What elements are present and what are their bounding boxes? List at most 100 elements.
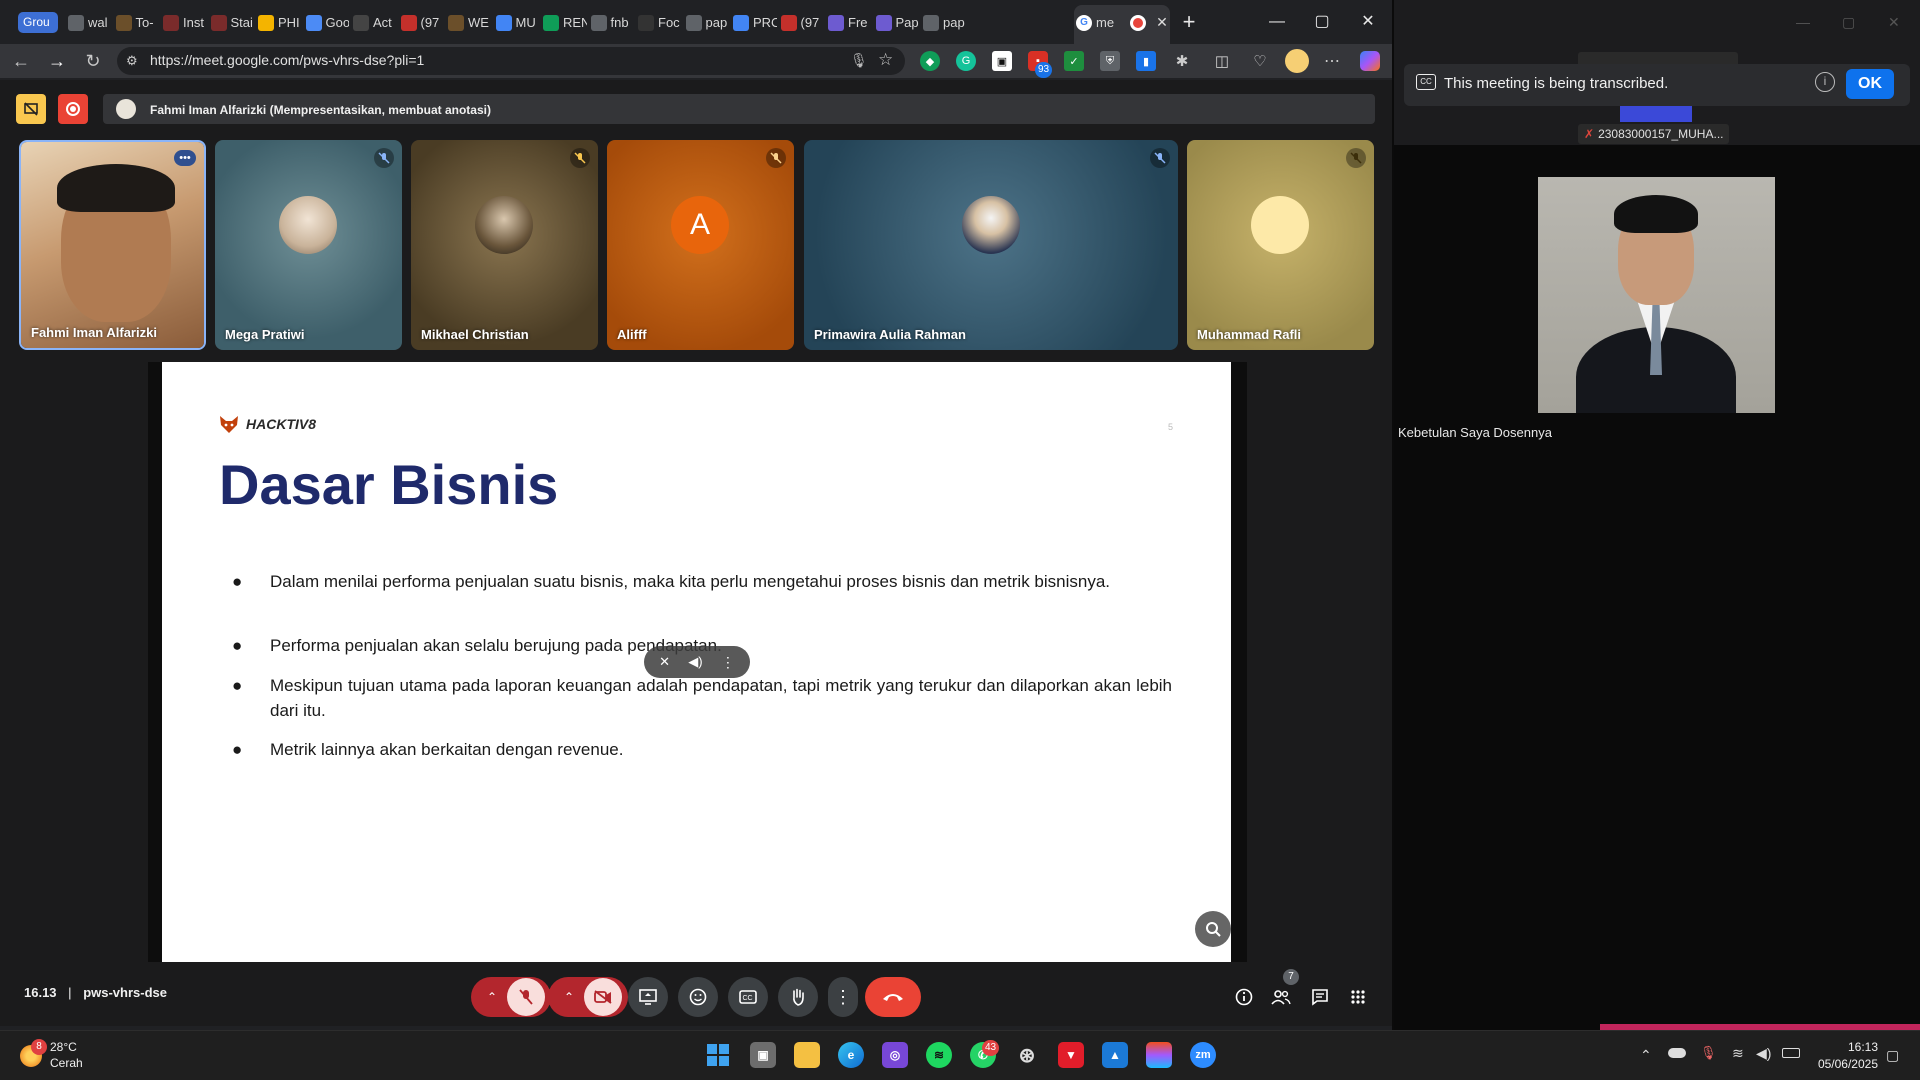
participant-tile[interactable]: ••• Fahmi Iman Alfarizki (19, 140, 206, 350)
tab[interactable]: REN (543, 9, 587, 36)
tab[interactable]: wal (68, 9, 112, 36)
app-purple-icon[interactable]: ◎ (882, 1042, 908, 1068)
participant-tile[interactable]: A Alifff (607, 140, 794, 350)
wifi-icon[interactable]: ≋ (1732, 1045, 1744, 1062)
more-options-button[interactable]: ⋮ (828, 977, 858, 1017)
meeting-details-button[interactable] (1232, 985, 1256, 1009)
figma-icon[interactable] (1146, 1042, 1172, 1068)
tab[interactable]: PHI (258, 9, 302, 36)
ok-button[interactable]: OK (1846, 69, 1894, 99)
file-explorer-icon[interactable] (794, 1042, 820, 1068)
tab[interactable]: Pap (875, 9, 920, 36)
bookmark-star-icon[interactable]: ☆ (878, 50, 893, 70)
microphone-control[interactable]: ⌃ (471, 977, 551, 1017)
notification-icon[interactable]: ▢ (1886, 1047, 1899, 1064)
photos-icon[interactable]: ▲ (1102, 1042, 1128, 1068)
more-options-icon[interactable]: ••• (174, 150, 196, 166)
zoom-close-button[interactable]: ✕ (1888, 14, 1900, 31)
speaker-video[interactable] (1538, 177, 1775, 413)
info-icon[interactable]: i (1815, 72, 1835, 92)
tab[interactable]: To- (115, 9, 160, 36)
close-tab-icon[interactable]: ✕ (1156, 14, 1168, 31)
grammarly-icon[interactable]: G (956, 51, 976, 71)
maximize-button[interactable]: ▢ (1309, 10, 1335, 34)
tab[interactable]: Goo (305, 9, 349, 36)
tab[interactable]: (97 (780, 9, 825, 36)
onedrive-icon[interactable] (1668, 1048, 1686, 1058)
people-button[interactable] (1269, 985, 1293, 1009)
thumbnail-video[interactable] (1620, 104, 1692, 122)
zoom-maximize-button[interactable]: ▢ (1842, 14, 1855, 31)
tab[interactable]: Fre (828, 9, 872, 36)
tab[interactable]: Foc (638, 9, 682, 36)
extension-blue-icon[interactable]: ▮ (1136, 51, 1156, 71)
chevron-up-icon[interactable]: ⌃ (554, 990, 584, 1004)
tab[interactable]: (97 (400, 9, 445, 36)
performance-icon[interactable]: ♡ (1250, 51, 1270, 71)
back-button[interactable]: ← (10, 50, 32, 72)
record-icon[interactable] (58, 94, 88, 124)
profile-avatar[interactable] (1285, 49, 1309, 73)
volume-icon[interactable]: ◀) (688, 654, 702, 670)
microphone-icon[interactable]: 🎙 (850, 52, 868, 69)
mic-off-icon[interactable] (507, 978, 545, 1016)
chevron-up-icon[interactable]: ⌃ (1640, 1047, 1652, 1064)
edge-icon[interactable]: e (838, 1042, 864, 1068)
minimize-button[interactable]: — (1264, 10, 1290, 34)
tab[interactable]: Act (353, 9, 397, 36)
tab[interactable]: fnb (590, 9, 635, 36)
zoom-icon[interactable]: zm (1190, 1042, 1216, 1068)
chat-button[interactable] (1308, 985, 1332, 1009)
captions-button[interactable]: CC (728, 977, 768, 1017)
tab[interactable]: PRC (733, 9, 777, 36)
unpin-icon[interactable]: ✕ (659, 654, 670, 670)
participant-tile[interactable]: Mikhael Christian (411, 140, 598, 350)
split-screen-icon[interactable]: ◫ (1212, 51, 1232, 71)
tab[interactable]: MU (495, 9, 540, 36)
shield-gray-icon[interactable]: ⛨ (1100, 51, 1120, 71)
zoom-slide-button[interactable] (1195, 911, 1231, 947)
windows-start-icon[interactable] (705, 1042, 731, 1068)
extension-box-icon[interactable]: ▣ (992, 51, 1012, 71)
tab[interactable]: pap (685, 9, 730, 36)
extensions-puzzle-icon[interactable]: ✱ (1172, 51, 1192, 71)
zoom-minimize-button[interactable]: — (1796, 14, 1810, 30)
clock-date[interactable]: 05/06/2025 (1812, 1057, 1878, 1071)
clock-time[interactable]: 16:13 (1844, 1040, 1878, 1054)
reactions-button[interactable] (678, 977, 718, 1017)
speaker-icon[interactable]: ◀) (1756, 1045, 1771, 1062)
participant-tile[interactable]: Muhammad Rafli (1187, 140, 1374, 350)
extension-green-icon[interactable]: ◆ (920, 51, 940, 71)
close-window-button[interactable]: ✕ (1355, 10, 1381, 34)
microphone-icon[interactable]: 🎙 (1700, 1045, 1717, 1061)
shield-icon[interactable]: ✓ (1064, 51, 1084, 71)
copilot-icon[interactable] (1360, 51, 1380, 71)
camera-off-icon[interactable] (584, 978, 622, 1016)
forward-button[interactable]: → (46, 50, 68, 72)
more-vert-icon[interactable]: ⋮ (721, 654, 735, 671)
app-red-icon[interactable]: ▼ (1058, 1042, 1084, 1068)
leave-call-button[interactable] (865, 977, 921, 1017)
raise-hand-button[interactable] (778, 977, 818, 1017)
present-screen-button[interactable] (628, 977, 668, 1017)
site-info-icon[interactable]: ⚙ (126, 53, 138, 69)
tab[interactable]: Stai (210, 9, 255, 36)
spotify-icon[interactable]: ≋ (926, 1042, 952, 1068)
battery-icon[interactable] (1782, 1048, 1800, 1058)
stop-presenting-icon[interactable] (16, 94, 46, 124)
participant-tile[interactable]: Primawira Aulia Rahman (804, 140, 1178, 350)
url-text[interactable]: https://meet.google.com/pws-vhrs-dse?pli… (150, 52, 424, 68)
participant-tile[interactable]: Mega Pratiwi (215, 140, 402, 350)
reload-button[interactable]: ↻ (82, 50, 104, 72)
tab[interactable]: Inst (163, 9, 207, 36)
camera-control[interactable]: ⌃ (548, 977, 628, 1017)
tab[interactable]: pap (923, 9, 967, 36)
tab[interactable]: WE (448, 9, 492, 36)
activities-button[interactable] (1346, 985, 1370, 1009)
chevron-up-icon[interactable]: ⌃ (477, 990, 507, 1004)
tab-group-chip[interactable]: Grou (18, 12, 58, 33)
tab-active-content[interactable]: G me ✕ (1076, 9, 1168, 36)
task-view-icon[interactable]: ▣ (750, 1042, 776, 1068)
more-menu-icon[interactable]: ⋯ (1322, 51, 1342, 71)
new-tab-button[interactable]: + (1176, 10, 1202, 34)
